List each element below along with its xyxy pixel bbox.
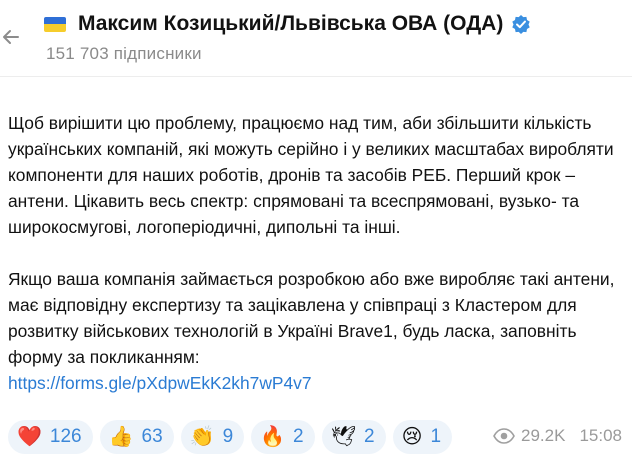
reaction-count: 1 <box>430 426 442 447</box>
subscriber-count: 151 703 підписники <box>46 44 202 63</box>
back-button[interactable] <box>0 24 22 50</box>
header-divider <box>0 76 632 77</box>
reaction-fire[interactable]: 🔥 2 <box>251 420 315 454</box>
form-link[interactable]: https://forms.gle/pXdpwEkK2kh7wP4v7 <box>8 373 312 393</box>
message-time: 15:08 <box>579 426 622 445</box>
eye-icon <box>493 428 515 444</box>
message-body: Щоб вирішити цю проблему, працюємо над т… <box>8 110 626 396</box>
reaction-count: 9 <box>222 426 234 447</box>
message-paragraph: Якщо ваша компанія займається розробкою … <box>8 266 626 396</box>
message-paragraph-text: Якщо ваша компанія займається розробкою … <box>8 269 615 367</box>
dove-icon: 🕊 <box>330 426 357 448</box>
reaction-count: 126 <box>49 426 82 447</box>
reaction-crying[interactable]: 😢 1 <box>392 420 453 454</box>
reaction-thumbs-up[interactable]: 👍 63 <box>99 420 174 454</box>
ukraine-flag-icon <box>44 16 66 32</box>
view-count: 29.2K <box>521 426 566 445</box>
channel-header: Максим Козицький/Львівська ОВА (ОДА) 151… <box>0 0 632 76</box>
back-arrow-icon <box>3 30 19 44</box>
reaction-count: 2 <box>364 426 375 447</box>
thumbs-up-icon: 👍 <box>108 426 134 448</box>
reaction-clap[interactable]: 👏 9 <box>180 420 245 454</box>
reaction-dove[interactable]: 🕊 2 <box>321 420 386 454</box>
heart-icon: ❤️ <box>17 426 42 448</box>
clapping-hands-icon: 👏 <box>189 426 215 448</box>
message-footer: ❤️ 126 👍 63 👏 9 🔥 2 🕊 2 😢 1 29.2K 15:08 <box>8 420 626 454</box>
reaction-count: 2 <box>293 426 304 447</box>
reaction-count: 63 <box>141 426 163 447</box>
reaction-heart[interactable]: ❤️ 126 <box>8 420 93 454</box>
verified-badge-icon <box>511 14 531 34</box>
message-paragraph: Щоб вирішити цю проблему, працюємо над т… <box>8 113 614 237</box>
crying-face-icon: 😢 <box>401 426 423 448</box>
channel-title-line[interactable]: Максим Козицький/Львівська ОВА (ОДА) <box>44 10 531 38</box>
reactions-bar: ❤️ 126 👍 63 👏 9 🔥 2 🕊 2 😢 1 <box>8 420 459 454</box>
channel-name[interactable]: Максим Козицький/Львівська ОВА (ОДА) <box>78 12 503 36</box>
message-meta: 29.2K 15:08 <box>493 426 622 446</box>
fire-icon: 🔥 <box>260 426 286 448</box>
